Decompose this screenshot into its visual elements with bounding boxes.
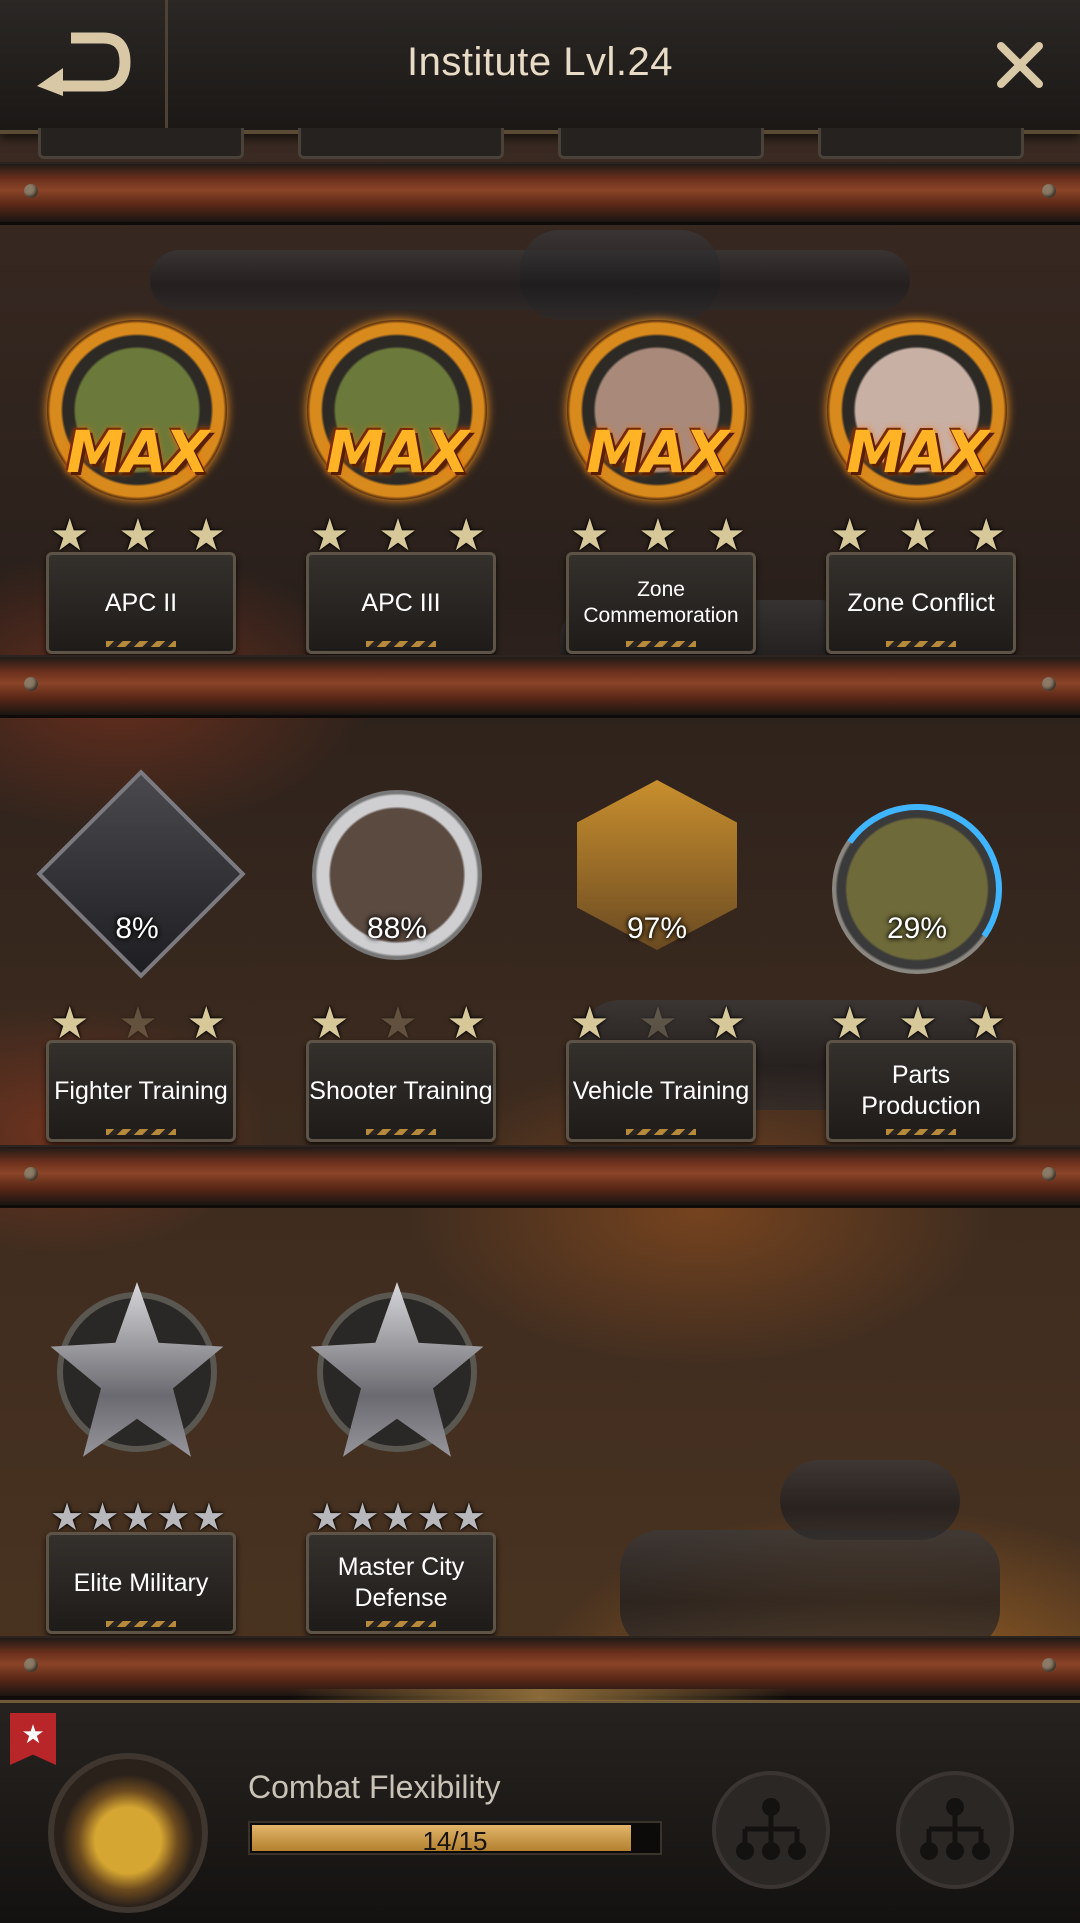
progress-arc [818, 790, 1016, 988]
close-button[interactable] [990, 35, 1050, 95]
tech-name: Zone Conflict [826, 552, 1016, 654]
shield-star-icon [307, 1282, 487, 1462]
city-zone-icon: MAX [567, 320, 747, 500]
crossed-swords-star-icon [47, 1282, 227, 1462]
research-progress-bar: 14/15 [248, 1821, 662, 1856]
fighter-helmet-icon: 8% [36, 769, 246, 979]
skill-tree-button[interactable] [896, 1771, 1014, 1889]
tech-card-apc-iii[interactable]: MAX ★ ★ ★ APC III [292, 310, 502, 654]
research-progress-text: 14/15 [422, 1826, 488, 1856]
crane-truck-icon: 29% [818, 790, 1016, 988]
header-bar: Institute Lvl.24 [0, 0, 1080, 134]
tech-card-apc-ii[interactable]: MAX ★ ★ ★ APC II [32, 310, 242, 654]
tech-name: Shooter Training [306, 1040, 496, 1142]
flag-map-icon: MAX [827, 320, 1007, 500]
star-ribbon-icon[interactable]: ★ [10, 1713, 56, 1765]
tech-card-zone-conflict[interactable]: MAX ★ ★ ★ Zone Conflict [812, 310, 1022, 654]
apc-truck-icon: MAX [47, 320, 227, 500]
tech-name: Zone Commemoration [566, 552, 756, 654]
skill-tree-icon [736, 1798, 806, 1860]
shelf-divider [0, 1145, 1080, 1208]
tech-name: APC III [306, 552, 496, 654]
progress-percent: 29% [886, 912, 948, 945]
tech-name: Vehicle Training [566, 1040, 756, 1142]
max-badge: MAX [846, 418, 989, 486]
tech-card-parts-production[interactable]: 29% ★ ★ ★ Parts Production [812, 790, 1022, 1142]
tech-card-elite-military[interactable]: ★ ★ ★ ★ ★ Elite Military [32, 1282, 242, 1634]
skill-tree-icon [920, 1798, 990, 1860]
current-research-name: Combat Flexibility [248, 1769, 501, 1805]
tech-card-zone-commemoration[interactable]: MAX ★ ★ ★ Zone Commemoration [552, 310, 762, 654]
tech-card-master-city-defense[interactable]: ★ ★ ★ ★ ★ Master City Defense [292, 1282, 502, 1634]
close-icon [997, 42, 1043, 88]
tech-card-shooter-training[interactable]: 88% ★ ★ ★ Shooter Training [292, 790, 502, 1142]
max-badge: MAX [586, 418, 729, 486]
shelf-divider [0, 655, 1080, 718]
tech-name: Master City Defense [306, 1532, 496, 1634]
max-badge: MAX [326, 418, 469, 486]
apc-truck-icon: MAX [307, 320, 487, 500]
tech-name: Elite Military [46, 1532, 236, 1634]
tech-name: Parts Production [826, 1040, 1016, 1142]
progress-percent: 88% [366, 912, 428, 945]
tech-name: APC II [46, 552, 236, 654]
research-status-panel: ★ Combat Flexibility 14/15 [0, 1689, 1080, 1923]
tech-card-vehicle-training[interactable]: 97% ★ ★ ★ Vehicle Training [552, 780, 762, 1142]
progress-percent: 8% [115, 912, 159, 945]
shelf-divider [0, 162, 1080, 225]
progress-percent: 97% [626, 912, 688, 945]
sniper-icon: 88% [307, 790, 487, 970]
skill-tree-button[interactable] [712, 1771, 830, 1889]
page-title: Institute Lvl.24 [407, 40, 673, 84]
tech-card-fighter-training[interactable]: 8% ★ ★ ★ Fighter Training [32, 769, 246, 1142]
tech-name: Fighter Training [46, 1040, 236, 1142]
current-research-portrait[interactable] [48, 1753, 208, 1913]
max-badge: MAX [66, 418, 209, 486]
armored-bus-icon: 97% [567, 780, 747, 960]
